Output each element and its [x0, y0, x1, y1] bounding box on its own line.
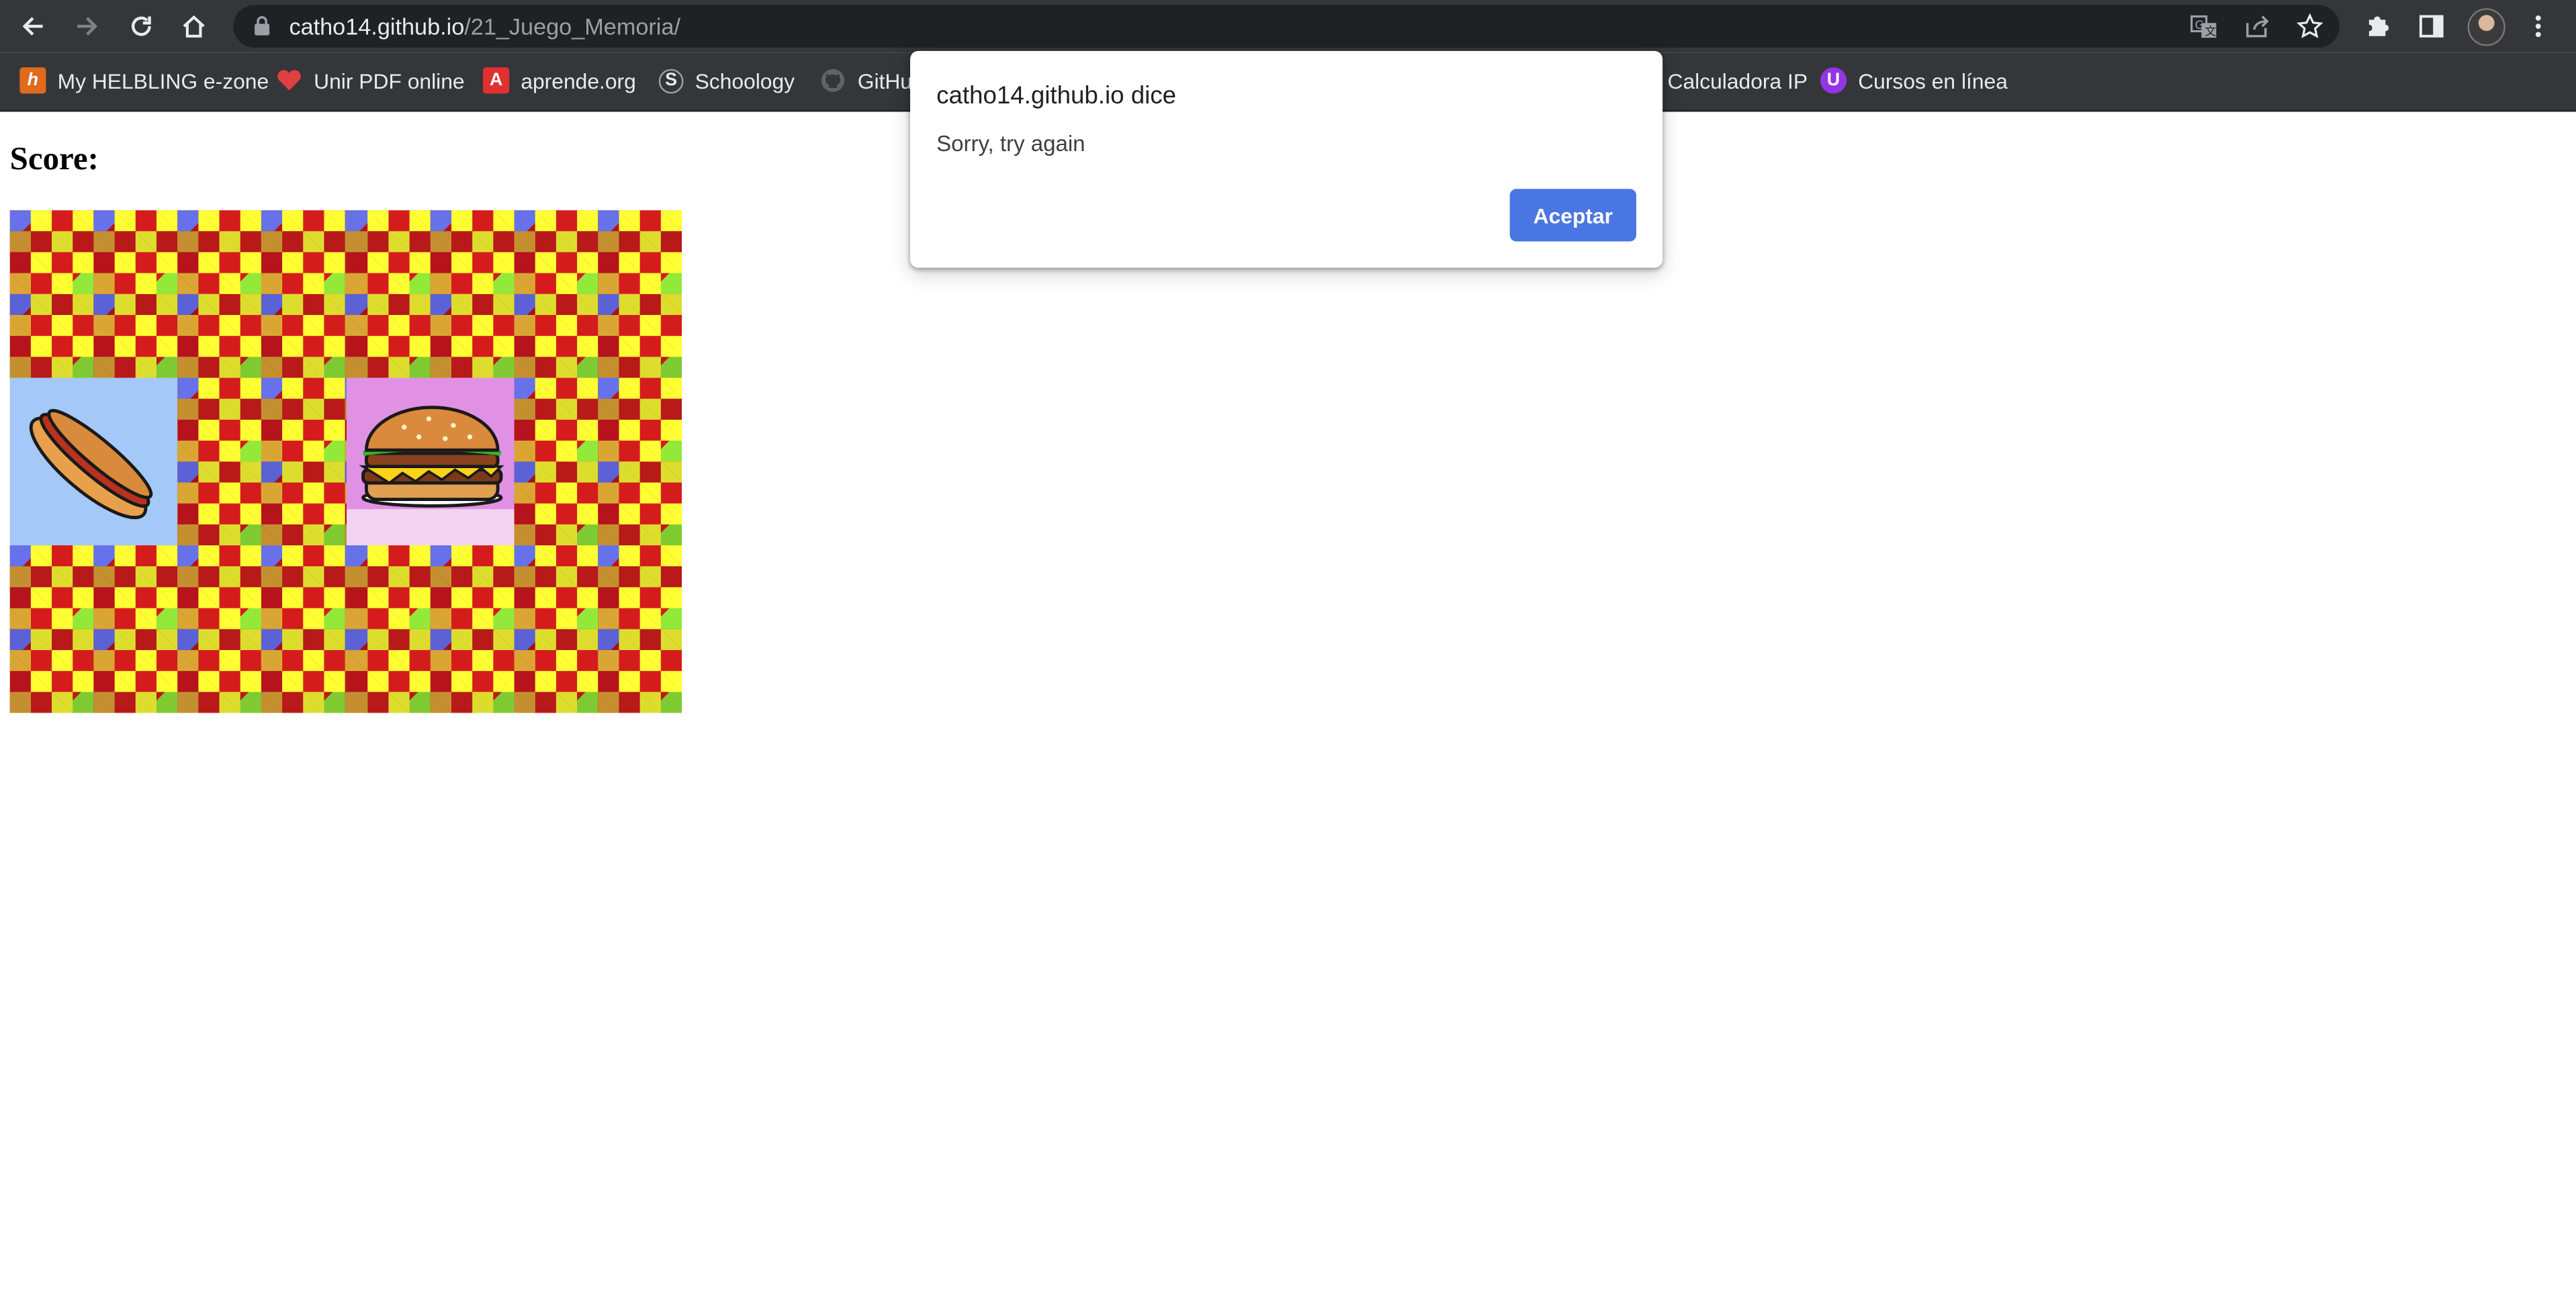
browser-toolbar: catho14.github.io/21_Juego_Memoria/ G文 [0, 0, 2576, 53]
memory-card-back[interactable] [513, 377, 682, 546]
bookmark-schoology[interactable]: S Schoology [658, 64, 795, 97]
helbling-h-icon: h [19, 67, 46, 94]
heart-icon [276, 67, 302, 93]
bookmark-label: My HELBLING e-zone [57, 68, 269, 93]
svg-text:文: 文 [2204, 24, 2215, 38]
bookmark-aprende[interactable]: A aprende.org [483, 64, 636, 97]
dialog-message: Sorry, try again [936, 131, 1085, 156]
memory-card-back[interactable] [513, 545, 682, 713]
memory-card-back[interactable] [345, 210, 515, 378]
bookmark-star-icon[interactable] [2293, 11, 2326, 41]
aprende-a-icon: A [483, 67, 510, 94]
home-icon[interactable] [174, 7, 214, 46]
github-icon [819, 67, 846, 93]
u-badge-icon: U [1820, 67, 1847, 94]
hamburger-icon [345, 406, 514, 546]
lock-icon[interactable] [253, 15, 271, 44]
schoology-s-icon: S [658, 68, 684, 93]
score-label: Score: [9, 141, 99, 178]
bookmark-helbling[interactable]: h My HELBLING e-zone [19, 64, 269, 97]
memory-card-back[interactable] [513, 210, 682, 378]
address-bar[interactable]: catho14.github.io/21_Juego_Memoria/ G文 [233, 5, 2340, 48]
aceptar-button[interactable]: Aceptar [1509, 189, 1637, 242]
hotdog-icon [29, 408, 153, 520]
bookmark-cursos[interactable]: U Cursos en línea [1820, 64, 2008, 97]
forward-arrow-icon[interactable] [67, 7, 107, 46]
url-path: /21_Juego_Memoria/ [464, 13, 680, 40]
translate-icon[interactable]: G文 [2186, 11, 2219, 41]
back-arrow-icon[interactable] [13, 7, 53, 46]
extensions-puzzle-icon[interactable] [2359, 8, 2395, 44]
bookmark-label: Cursos en línea [1858, 68, 2008, 93]
url-text[interactable]: catho14.github.io/21_Juego_Memoria/ [289, 13, 680, 40]
reload-icon[interactable] [122, 7, 161, 46]
memory-card-back[interactable] [9, 545, 179, 713]
bookmark-label: Unir PDF online [314, 68, 465, 93]
url-host: catho14.github.io [289, 13, 465, 40]
side-panel-icon[interactable] [2413, 8, 2450, 44]
bookmark-unir-pdf[interactable]: Unir PDF online [276, 64, 465, 97]
share-icon[interactable] [2241, 11, 2274, 41]
memory-card-hotdog[interactable] [9, 377, 178, 546]
bookmark-label: aprende.org [521, 68, 636, 93]
menu-dots-icon[interactable] [2520, 8, 2557, 44]
memory-card-back[interactable] [345, 545, 515, 713]
memory-card-back[interactable] [177, 545, 347, 713]
memory-card-back[interactable] [9, 210, 179, 378]
bookmark-label: GitHu [857, 68, 912, 93]
memory-card-hamburger[interactable] [345, 377, 514, 546]
bookmark-label: Calculadora IP [1667, 68, 1808, 93]
bookmark-label: Schoology [695, 68, 795, 93]
dialog-title: catho14.github.io dice [936, 82, 1177, 110]
memory-card-grid [9, 210, 682, 713]
alert-dialog: catho14.github.io dice Sorry, try again … [909, 50, 1663, 268]
profile-avatar[interactable] [2467, 8, 2505, 46]
memory-card-back[interactable] [177, 377, 347, 546]
memory-card-back[interactable] [177, 210, 347, 378]
bookmark-calculadora-ip[interactable]: Calculadora IP [1667, 64, 1808, 97]
bookmark-github[interactable]: GitHu [819, 64, 912, 97]
